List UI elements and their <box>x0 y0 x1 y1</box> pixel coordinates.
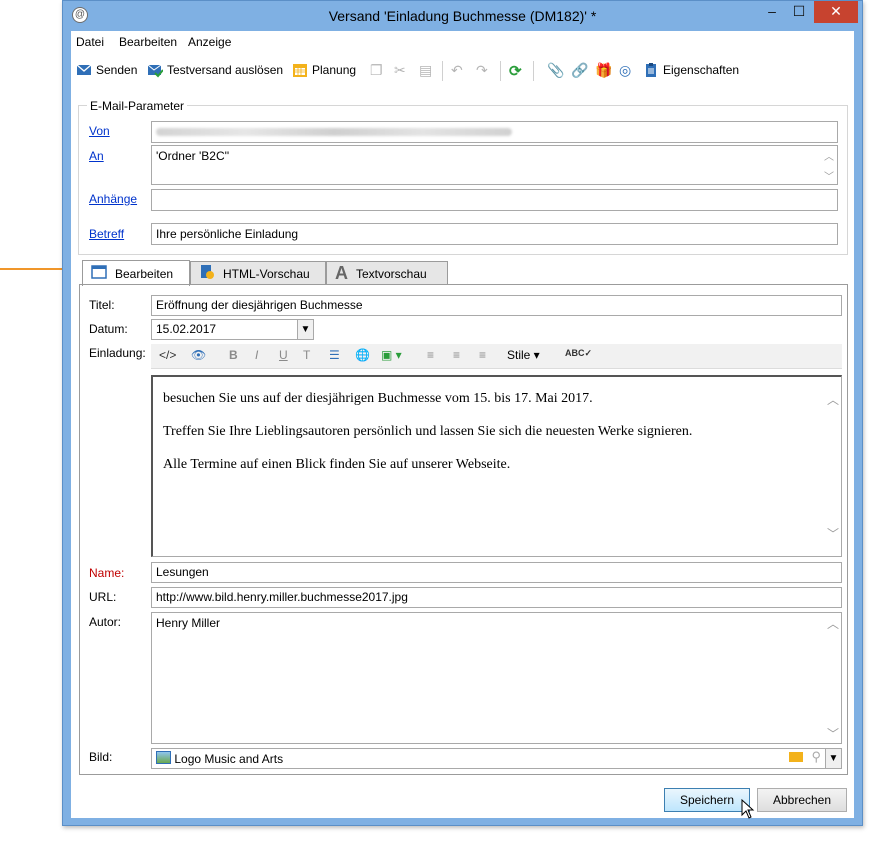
subject-link[interactable]: Betreff <box>89 227 124 241</box>
edit-window-icon <box>91 265 107 282</box>
invitation-paragraph: besuchen Sie uns auf der diesjährigen Bu… <box>163 391 593 406</box>
menu-anzeige[interactable]: Anzeige <box>188 35 231 49</box>
toolbar-separator <box>500 61 501 81</box>
scroll-down-icon[interactable]: ﹀ <box>826 725 840 742</box>
tab-textvorschau[interactable]: A Textvorschau <box>326 261 448 285</box>
bullet-list-icon[interactable]: ☰ <box>329 348 340 362</box>
envelope-icon <box>76 62 92 78</box>
test-send-button[interactable]: Testversand auslösen <box>147 62 283 78</box>
menu-datei[interactable]: Datei <box>76 35 104 49</box>
cut-icon[interactable]: ✂ <box>394 62 406 79</box>
toolbar-separator <box>533 61 534 81</box>
link-icon[interactable]: 🔗 <box>571 62 588 79</box>
toolbar-separator <box>442 61 443 81</box>
align-center-icon[interactable]: ≡ <box>453 348 460 362</box>
to-link[interactable]: An <box>89 149 104 163</box>
find-icon[interactable]: 👁 <box>191 348 206 362</box>
scroll-up-icon[interactable]: ︿ <box>826 391 840 408</box>
send-button[interactable]: Senden <box>76 62 137 78</box>
attachments-field[interactable] <box>151 189 838 211</box>
date-value: 15.02.2017 <box>156 322 217 336</box>
name-input[interactable]: Lesungen <box>151 562 842 583</box>
date-select[interactable]: 15.02.2017 ▼ <box>151 319 314 340</box>
chevron-down-icon[interactable]: ▼ <box>825 749 841 768</box>
text-preview-icon: A <box>335 263 348 283</box>
title-input[interactable]: Eröffnung der diesjährigen Buchmesse <box>151 295 842 316</box>
to-field[interactable]: 'Ordner 'B2C'' ︿ ﹀ <box>151 145 838 185</box>
dialog-client: Datei Bearbeiten Anzeige Senden Testvers… <box>71 31 854 819</box>
calendar-icon <box>292 62 308 78</box>
window-title: Versand 'Einladung Buchmesse (DM182)' * <box>328 8 597 24</box>
search-icon[interactable]: ⚲ <box>811 749 821 765</box>
scroll-up-icon[interactable]: ︿ <box>822 148 836 163</box>
image-label: Bild: <box>89 750 113 764</box>
envelope-check-icon <box>147 62 164 78</box>
scroll-down-icon[interactable]: ﹀ <box>822 168 836 183</box>
insert-link-icon[interactable]: 🌐 <box>355 348 370 362</box>
image-thumbnail-icon <box>156 751 171 764</box>
save-button[interactable]: Speichern <box>664 788 750 812</box>
mouse-cursor-icon <box>741 798 755 822</box>
redacted-sender <box>156 128 512 136</box>
author-value: Henry Miller <box>156 616 221 630</box>
invitation-label: Einladung: <box>89 346 146 360</box>
dialog-window: @ Versand 'Einladung Buchmesse (DM182)' … <box>62 0 863 826</box>
url-input[interactable]: http://www.bild.henry.miller.buchmesse20… <box>151 587 842 608</box>
scroll-up-icon[interactable]: ︿ <box>826 615 840 632</box>
gift-icon[interactable]: 🎁 <box>595 62 612 79</box>
copy-icon[interactable]: ❐ <box>370 62 383 79</box>
tab-bearbeiten[interactable]: Bearbeiten <box>82 260 190 286</box>
html-preview-icon <box>199 264 215 283</box>
properties-button[interactable]: Eigenschaften <box>643 62 739 78</box>
planning-button[interactable]: Planung <box>292 62 356 78</box>
spellcheck-icon[interactable]: ABC✓ <box>565 348 592 359</box>
date-label: Datum: <box>89 322 128 336</box>
maximize-button[interactable]: ☐ <box>787 1 811 23</box>
attachments-link[interactable]: Anhänge <box>89 192 137 206</box>
folder-icon[interactable] <box>789 752 803 762</box>
rich-text-toolbar: </> 👁 B I U T ☰ 🌐 ▣ ▾ ≡ ≡ ≡ Stile ▾ ABC✓ <box>151 344 842 369</box>
italic-icon[interactable]: I <box>255 348 258 362</box>
title-label: Titel: <box>89 298 115 312</box>
email-parameters-legend: E-Mail-Parameter <box>87 99 188 113</box>
menu-bearbeiten[interactable]: Bearbeiten <box>119 35 177 49</box>
bold-icon[interactable]: B <box>229 348 238 362</box>
toolbar: Senden Testversand auslösen Planung ❐ ✂ … <box>71 55 854 87</box>
to-value: 'Ordner 'B2C'' <box>156 149 230 163</box>
attachment-icon[interactable]: 📎 <box>547 62 564 79</box>
image-value: Logo Music and Arts <box>174 752 284 766</box>
close-button[interactable]: ✕ <box>814 1 858 23</box>
undo-icon[interactable]: ↶ <box>451 62 463 79</box>
target-icon[interactable]: ◎ <box>619 62 631 79</box>
name-label: Name: <box>89 566 125 580</box>
cancel-button[interactable]: Abbrechen <box>757 788 847 812</box>
source-code-icon[interactable]: </> <box>159 348 176 362</box>
underline-icon[interactable]: U <box>279 348 288 362</box>
invitation-paragraph: Treffen Sie Ihre Lieblingsautoren persön… <box>163 424 693 439</box>
insert-image-icon[interactable]: ▣ ▾ <box>381 348 402 362</box>
author-textarea[interactable]: Henry Miller ︿ ﹀ <box>151 612 842 744</box>
clipboard-icon <box>643 62 659 78</box>
styles-dropdown[interactable]: Stile ▾ <box>507 348 540 362</box>
invitation-paragraph: Alle Termine auf einen Blick finden Sie … <box>163 457 511 472</box>
from-field[interactable] <box>151 121 838 143</box>
paste-icon[interactable]: ▤ <box>419 62 432 79</box>
invitation-editor[interactable]: besuchen Sie uns auf der diesjährigen Bu… <box>151 375 842 557</box>
align-right-icon[interactable]: ≡ <box>479 348 486 362</box>
url-label: URL: <box>89 590 117 604</box>
align-left-icon[interactable]: ≡ <box>427 348 434 362</box>
clear-format-icon[interactable]: T <box>303 348 310 362</box>
tab-html-vorschau[interactable]: HTML-Vorschau <box>190 261 326 285</box>
subject-field[interactable]: Ihre persönliche Einladung <box>151 223 838 245</box>
refresh-icon[interactable]: ⟳ <box>509 62 522 80</box>
chevron-down-icon[interactable]: ▼ <box>297 320 313 339</box>
author-label: Autor: <box>89 615 122 629</box>
image-select[interactable]: Logo Music and Arts ⚲ ▼ <box>151 748 842 769</box>
title-bar: @ Versand 'Einladung Buchmesse (DM182)' … <box>63 1 862 31</box>
scroll-down-icon[interactable]: ﹀ <box>826 525 840 542</box>
from-link[interactable]: Von <box>89 124 110 138</box>
minimize-button[interactable]: – <box>760 1 784 23</box>
redo-icon[interactable]: ↷ <box>476 62 488 79</box>
